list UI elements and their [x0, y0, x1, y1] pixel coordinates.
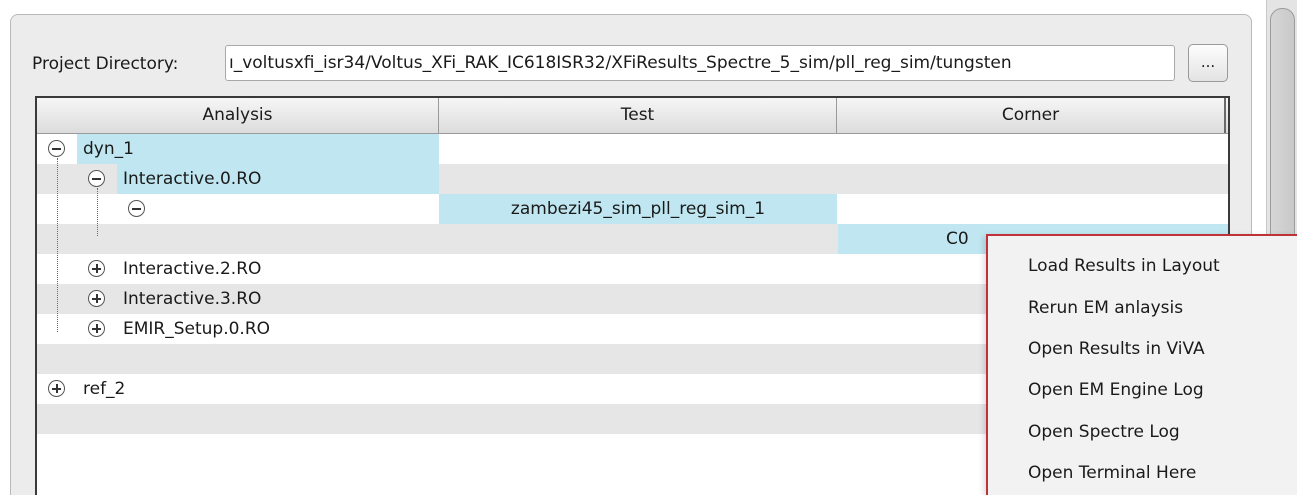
context-menu: Load Results in Layout Rerun EM anlaysis…: [986, 234, 1297, 495]
collapse-icon[interactable]: [128, 200, 145, 217]
menu-item-open-em-engine-log[interactable]: Open EM Engine Log: [1028, 378, 1204, 402]
menu-item-open-terminal-here[interactable]: Open Terminal Here: [1028, 461, 1196, 485]
collapse-icon[interactable]: [88, 170, 105, 187]
tree-item-label: ref_2: [83, 379, 126, 399]
column-header-corner[interactable]: Corner: [837, 98, 1226, 133]
browse-button[interactable]: ...: [1188, 44, 1228, 82]
table-row[interactable]: dyn_1: [37, 134, 1228, 164]
expand-icon[interactable]: [88, 290, 105, 307]
column-header-test[interactable]: Test: [439, 98, 837, 133]
tree-item-label: EMIR_Setup.0.RO: [123, 319, 271, 339]
expand-icon[interactable]: [88, 320, 105, 337]
expand-icon[interactable]: [88, 260, 105, 277]
menu-item-open-spectre-log[interactable]: Open Spectre Log: [1028, 420, 1180, 444]
expand-icon[interactable]: [48, 380, 65, 397]
tree-item-label: Interactive.2.RO: [123, 259, 262, 279]
menu-item-load-results-layout[interactable]: Load Results in Layout: [1028, 254, 1220, 278]
column-header-analysis[interactable]: Analysis: [37, 98, 439, 133]
table-header: Analysis Test Corner: [37, 98, 1228, 134]
tree-item-label: Interactive.0.RO: [123, 169, 262, 189]
project-directory-label: Project Directory:: [32, 54, 179, 74]
menu-item-rerun-em-analysis[interactable]: Rerun EM anlaysis: [1028, 296, 1183, 320]
table-row[interactable]: zambezi45_sim_pll_reg_sim_1: [37, 194, 1228, 224]
tree-guide-line: [97, 188, 98, 236]
menu-item-open-results-viva[interactable]: Open Results in ViVA: [1028, 337, 1205, 361]
tree-guide-line: [57, 158, 58, 332]
tree-item-label: dyn_1: [83, 139, 134, 159]
test-cell: zambezi45_sim_pll_reg_sim_1: [439, 194, 837, 224]
tree-item-label: Interactive.3.RO: [123, 289, 262, 309]
collapse-icon[interactable]: [48, 140, 65, 157]
project-directory-input[interactable]: ı_voltusxfi_isr34/Voltus_XFi_RAK_IC618IS…: [225, 45, 1175, 81]
table-row[interactable]: Interactive.0.RO: [37, 164, 1228, 194]
